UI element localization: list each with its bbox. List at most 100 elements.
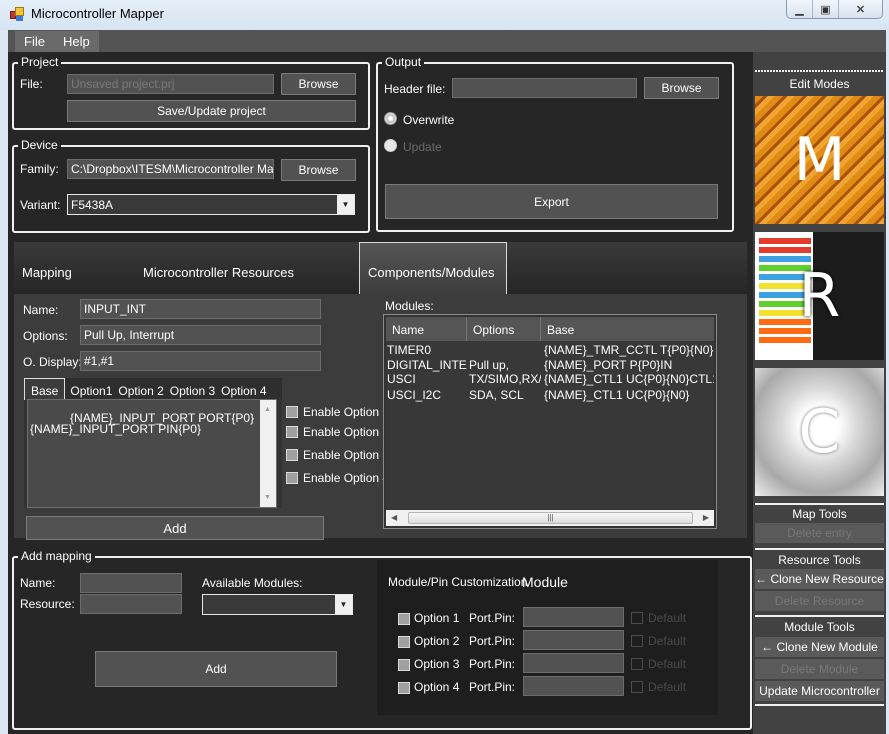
column-options[interactable]: Options bbox=[467, 317, 541, 341]
save-update-project-button[interactable]: Save/Update project bbox=[67, 100, 356, 122]
code-textarea[interactable]: {NAME}_INPUT_PORT PORT{P0} {NAME}_INPUT_… bbox=[27, 399, 277, 508]
enable-option-2-label[interactable]: Enable Option 2 bbox=[303, 425, 389, 439]
delete-module-button[interactable]: Delete Module bbox=[755, 659, 884, 679]
code-tab-option2[interactable]: Option 2 bbox=[115, 378, 166, 400]
project-file-field[interactable]: Unsaved project.prj bbox=[67, 74, 274, 94]
odisplay-field[interactable]: #1,#1 bbox=[80, 351, 321, 371]
tab-components-modules[interactable]: Components/Modules bbox=[359, 242, 507, 296]
enable-option-2-checkbox[interactable] bbox=[286, 426, 298, 438]
scroll-up-icon[interactable]: ▲ bbox=[264, 404, 271, 415]
enable-option-1-checkbox[interactable] bbox=[286, 406, 298, 418]
default-4-checkbox[interactable] bbox=[631, 681, 643, 693]
table-row[interactable]: USCI_I2C SDA, SCL {NAME}_CTL1 UC{P0}{N0} bbox=[386, 389, 714, 403]
export-button[interactable]: Export bbox=[385, 184, 718, 219]
port-pin-field-4[interactable] bbox=[523, 676, 624, 696]
default-2-checkbox[interactable] bbox=[631, 635, 643, 647]
mapping-mode-button[interactable]: M bbox=[755, 96, 884, 224]
mapping-name-field[interactable] bbox=[80, 573, 182, 593]
modules-list[interactable]: Name Options Base TIMER0 {NAME}_TMR_CCTL … bbox=[383, 314, 717, 529]
family-field[interactable]: C:\Dropbox\ITESM\Microcontroller Mappe bbox=[67, 159, 274, 179]
delete-resource-button[interactable]: Delete Resource bbox=[755, 591, 884, 611]
project-browse-button[interactable]: Browse bbox=[281, 73, 356, 95]
option-1-label[interactable]: Option 1 bbox=[414, 611, 459, 625]
resources-mode-button[interactable]: R bbox=[755, 232, 884, 360]
option-3-checkbox[interactable] bbox=[398, 659, 410, 671]
minimize-button[interactable]: ▁ bbox=[787, 0, 813, 18]
code-tab-option1[interactable]: Option1 bbox=[67, 378, 115, 400]
maximize-button[interactable]: ▣ bbox=[813, 0, 839, 18]
scroll-left-icon[interactable]: ◀ bbox=[391, 513, 397, 522]
option-2-checkbox[interactable] bbox=[398, 636, 410, 648]
default-2-label[interactable]: Default bbox=[648, 634, 686, 648]
table-row[interactable]: TIMER0 {NAME}_TMR_CCTL T{P0}{N0} bbox=[386, 344, 714, 358]
maximize-icon: ▣ bbox=[820, 3, 831, 16]
port-pin-field-2[interactable] bbox=[523, 630, 624, 650]
port-pin-field-3[interactable] bbox=[523, 653, 624, 673]
enable-option-4-label[interactable]: Enable Option 4 bbox=[303, 471, 389, 485]
modules-hscrollbar[interactable]: ◀ ||| ▶ bbox=[386, 510, 714, 526]
enable-option-3-label[interactable]: Enable Option 3 bbox=[303, 448, 389, 462]
component-options-label: Options: bbox=[23, 329, 68, 343]
option-4-label[interactable]: Option 4 bbox=[414, 680, 459, 694]
overwrite-label[interactable]: Overwrite bbox=[403, 113, 454, 127]
option-2-label[interactable]: Option 2 bbox=[414, 634, 459, 648]
code-tab-base[interactable]: Base bbox=[24, 378, 66, 400]
available-modules-label: Available Modules: bbox=[202, 576, 303, 590]
menu-help[interactable]: Help bbox=[54, 31, 99, 52]
scroll-right-icon[interactable]: ▶ bbox=[703, 513, 709, 522]
divider bbox=[755, 704, 884, 706]
scroll-thumb[interactable]: ||| bbox=[408, 512, 693, 524]
default-4-label[interactable]: Default bbox=[648, 680, 686, 694]
update-radio[interactable] bbox=[384, 139, 397, 152]
update-label[interactable]: Update bbox=[403, 140, 442, 154]
cell-base: {NAME}_CTL1 UC{P0}{N0}CTL1 bbox=[544, 373, 714, 386]
default-1-label[interactable]: Default bbox=[648, 611, 686, 625]
component-name-field[interactable]: INPUT_INT bbox=[80, 299, 321, 319]
delete-entry-button[interactable]: Delete entry bbox=[755, 523, 884, 543]
column-base[interactable]: Base bbox=[541, 317, 714, 341]
add-component-button[interactable]: Add bbox=[26, 516, 324, 540]
overwrite-radio[interactable] bbox=[384, 112, 397, 125]
enable-option-3-checkbox[interactable] bbox=[286, 449, 298, 461]
components-mode-button[interactable]: C bbox=[755, 368, 884, 496]
scroll-down-icon[interactable]: ▼ bbox=[264, 492, 271, 503]
output-browse-button[interactable]: Browse bbox=[644, 77, 719, 99]
code-tab-option4[interactable]: Option 4 bbox=[218, 378, 269, 400]
default-3-label[interactable]: Default bbox=[648, 657, 686, 671]
available-modules-select[interactable]: ▼ bbox=[202, 594, 353, 615]
option-4-checkbox[interactable] bbox=[398, 682, 410, 694]
customization-title: Module/Pin Customization bbox=[388, 575, 528, 589]
clone-new-module-button[interactable]: ← Clone New Module bbox=[755, 637, 884, 657]
edit-modes-title: Edit Modes bbox=[789, 77, 850, 91]
add-mapping-button[interactable]: Add bbox=[95, 651, 337, 687]
code-tab-option3[interactable]: Option 3 bbox=[167, 378, 218, 400]
tab-microcontroller-resources[interactable]: Microcontroller Resources bbox=[143, 265, 294, 280]
chevron-down-icon[interactable]: ▼ bbox=[335, 595, 352, 614]
enable-option-4-checkbox[interactable] bbox=[286, 472, 298, 484]
port-pin-field-1[interactable] bbox=[523, 607, 624, 627]
tab-mapping[interactable]: Mapping bbox=[22, 265, 72, 280]
family-browse-button[interactable]: Browse bbox=[281, 159, 356, 181]
default-3-checkbox[interactable] bbox=[631, 658, 643, 670]
menu-file[interactable]: File bbox=[15, 31, 54, 52]
resource-field[interactable] bbox=[80, 594, 182, 614]
component-options-field[interactable]: Pull Up, Interrupt bbox=[80, 325, 321, 345]
variant-select[interactable]: F5438A ▼ bbox=[67, 194, 355, 215]
option-1-checkbox[interactable] bbox=[398, 613, 410, 625]
window-controls: ▁ ▣ ✕ bbox=[786, 0, 883, 19]
code-scrollbar[interactable]: ▲ ▼ bbox=[260, 400, 276, 507]
option-3-label[interactable]: Option 3 bbox=[414, 657, 459, 671]
table-row[interactable]: DIGITAL_INTE Pull up, {NAME}_PORT P{P0}IN bbox=[386, 359, 714, 373]
code-tabstrip: Base Option1 Option 2 Option 3 Option 4 bbox=[24, 378, 282, 400]
enable-option-1-label[interactable]: Enable Option 1 bbox=[303, 405, 389, 419]
components-tab-body: Name: INPUT_INT Options: Pull Up, Interr… bbox=[14, 294, 747, 540]
table-row[interactable]: USCI TX/SIMO,RX/{NAME}_CTL1 UC{P0}{N0}CTL… bbox=[386, 373, 714, 387]
divider bbox=[755, 615, 884, 617]
close-button[interactable]: ✕ bbox=[839, 0, 882, 18]
default-1-checkbox[interactable] bbox=[631, 612, 643, 624]
header-file-field[interactable] bbox=[452, 78, 637, 98]
chevron-down-icon[interactable]: ▼ bbox=[337, 195, 354, 214]
clone-new-resource-button[interactable]: ← Clone New Resource bbox=[755, 569, 884, 589]
column-name[interactable]: Name bbox=[386, 317, 467, 341]
update-microcontroller-button[interactable]: Update Microcontroller bbox=[755, 681, 884, 701]
